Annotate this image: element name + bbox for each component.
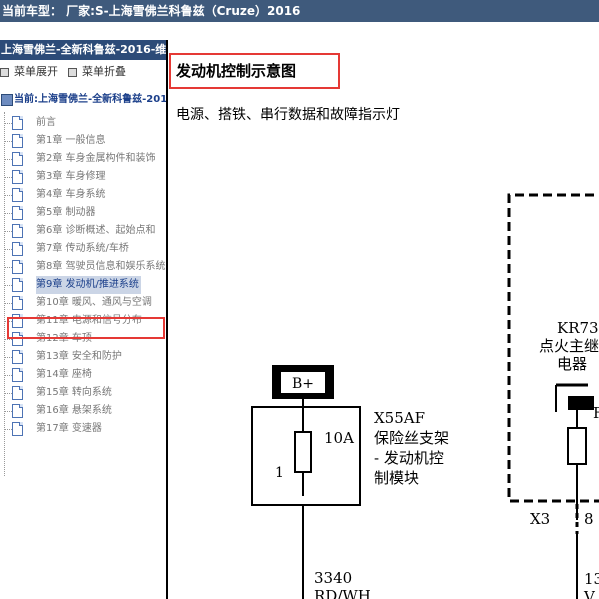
tree-item-label: 第9章 发动机/推进系统 bbox=[36, 276, 141, 294]
wire2-number: 13 bbox=[584, 570, 599, 588]
document-icon bbox=[12, 404, 23, 418]
fuse-block-id: X55AF bbox=[374, 409, 425, 427]
tree-item-label: 第3章 车身修理 bbox=[36, 171, 106, 182]
expand-label: 菜单展开 bbox=[14, 65, 58, 78]
relay-line-2: 电器 bbox=[557, 355, 587, 373]
tree-item[interactable]: 第4章 车身系统 bbox=[0, 186, 166, 204]
tree-item-label: 第14章 座椅 bbox=[36, 369, 92, 380]
fuse-symbol bbox=[294, 431, 312, 473]
tree-item-label: 第16章 悬架系统 bbox=[36, 405, 112, 416]
relay-line-1: 点火主继 bbox=[539, 337, 599, 355]
document-icon bbox=[12, 116, 23, 130]
tree-item-label: 第15章 转向系统 bbox=[36, 387, 112, 398]
tree-item[interactable]: 第17章 变速器 bbox=[0, 420, 166, 438]
tree-item[interactable]: 第6章 诊断概述、起始点和 bbox=[0, 222, 166, 240]
collapse-menu-button[interactable]: 菜单折叠 bbox=[68, 62, 126, 82]
document-icon bbox=[12, 134, 23, 148]
document-icon bbox=[12, 260, 23, 274]
tree-item[interactable]: 第3章 车身修理 bbox=[0, 168, 166, 186]
document-icon bbox=[12, 350, 23, 364]
tree-item-label: 第1章 一般信息 bbox=[36, 135, 106, 146]
fuse-rating: 10A bbox=[324, 429, 354, 447]
selection-highlight-box bbox=[7, 317, 165, 339]
content-pane: 发动机控制示意图 电源、搭铁、串行数据和故障指示灯 B+ 10A 1 X55AF… bbox=[168, 40, 599, 599]
tree-item-label: 第8章 驾驶员信息和娱乐系统 bbox=[36, 261, 166, 272]
left-panel-header: 上海雪佛兰-全新科鲁兹-2016-维修 bbox=[0, 40, 166, 60]
wire-number: 3340 bbox=[314, 569, 352, 587]
connector-id: X3 bbox=[530, 510, 550, 528]
left-panel-header-text: 上海雪佛兰-全新科鲁兹-2016-维修 bbox=[1, 43, 166, 56]
wire-color: RD/WH bbox=[314, 587, 371, 599]
document-icon bbox=[12, 386, 23, 400]
document-icon bbox=[12, 242, 23, 256]
tree-item[interactable]: 第7章 传动系统/车桥 bbox=[0, 240, 166, 258]
tree-item[interactable]: 第8章 驾驶员信息和娱乐系统 bbox=[0, 258, 166, 276]
tree-item[interactable]: 第5章 制动器 bbox=[0, 204, 166, 222]
relay-id: KR73 bbox=[557, 319, 599, 337]
fuse-pin: 1 bbox=[275, 465, 284, 481]
expand-icon bbox=[0, 67, 9, 77]
connector-pin: 8 bbox=[584, 510, 594, 528]
relay-fuse-symbol bbox=[567, 427, 587, 465]
tree-item[interactable]: 第16章 悬架系统 bbox=[0, 402, 166, 420]
document-icon bbox=[12, 152, 23, 166]
tree-item[interactable]: 第2章 车身金属构件和装饰 bbox=[0, 150, 166, 168]
book-icon bbox=[1, 94, 13, 106]
tree-item[interactable]: 第15章 转向系统 bbox=[0, 384, 166, 402]
tree-item[interactable]: 第10章 暖风、通风与空调 bbox=[0, 294, 166, 312]
tree-item-label: 前言 bbox=[36, 117, 56, 128]
fuse-block-line-2: - 发动机控 bbox=[374, 449, 444, 467]
tree-item-selected[interactable]: 第9章 发动机/推进系统 bbox=[0, 276, 166, 294]
fuse-block-line-3: 制模块 bbox=[374, 469, 419, 487]
document-icon bbox=[12, 188, 23, 202]
power-label: B+ bbox=[292, 376, 314, 392]
window-title: 当前车型： 厂家:S-上海雪佛兰科鲁兹（Cruze）2016 bbox=[2, 4, 301, 18]
document-icon bbox=[12, 224, 23, 238]
tree-item-label: 第4章 车身系统 bbox=[36, 189, 106, 200]
tree-item-label: 第2章 车身金属构件和装饰 bbox=[36, 153, 156, 164]
expand-menu-button[interactable]: 菜单展开 bbox=[0, 62, 58, 82]
collapse-icon bbox=[68, 67, 77, 77]
tree-item-label: 第10章 暖风、通风与空调 bbox=[36, 297, 152, 308]
toolbar-gap bbox=[0, 22, 599, 40]
document-icon bbox=[12, 278, 23, 292]
tree-item-label: 第7章 传动系统/车桥 bbox=[36, 243, 129, 254]
tree-item-label: 第6章 诊断概述、起始点和 bbox=[36, 225, 156, 236]
tree-item[interactable]: 第14章 座椅 bbox=[0, 366, 166, 384]
tree-item[interactable]: 前言 bbox=[0, 114, 166, 132]
document-icon bbox=[12, 296, 23, 310]
tree-item-label: 第5章 制动器 bbox=[36, 207, 96, 218]
wire2-color: V bbox=[583, 588, 596, 599]
document-icon bbox=[12, 206, 23, 220]
left-panel: 上海雪佛兰-全新科鲁兹-2016-维修 菜单展开 菜单折叠 当前:上海雪佛兰-全… bbox=[0, 40, 168, 599]
fuse-block-line-1: 保险丝支架 bbox=[374, 429, 449, 447]
tree-item[interactable]: 第13章 安全和防护 bbox=[0, 348, 166, 366]
tree-item-label: 第13章 安全和防护 bbox=[36, 351, 122, 362]
collapse-label: 菜单折叠 bbox=[82, 65, 126, 78]
document-icon bbox=[12, 170, 23, 184]
wiring-diagram: B+ 10A 1 X55AF 保险丝支架 - 发动机控 制模块 3340 RD/… bbox=[251, 193, 599, 599]
tree-root-label: 当前:上海雪佛兰-全新科鲁兹-2016 bbox=[14, 94, 168, 105]
menu-controls: 菜单展开 菜单折叠 bbox=[0, 62, 166, 82]
tree-item[interactable]: 第1章 一般信息 bbox=[0, 132, 166, 150]
document-icon bbox=[12, 368, 23, 382]
tree-item-label: 第17章 变速器 bbox=[36, 423, 102, 434]
document-icon bbox=[12, 422, 23, 436]
window-title-bar: 当前车型： 厂家:S-上海雪佛兰科鲁兹（Cruze）2016 bbox=[0, 0, 599, 22]
relay-fuse-label: F bbox=[593, 404, 599, 422]
